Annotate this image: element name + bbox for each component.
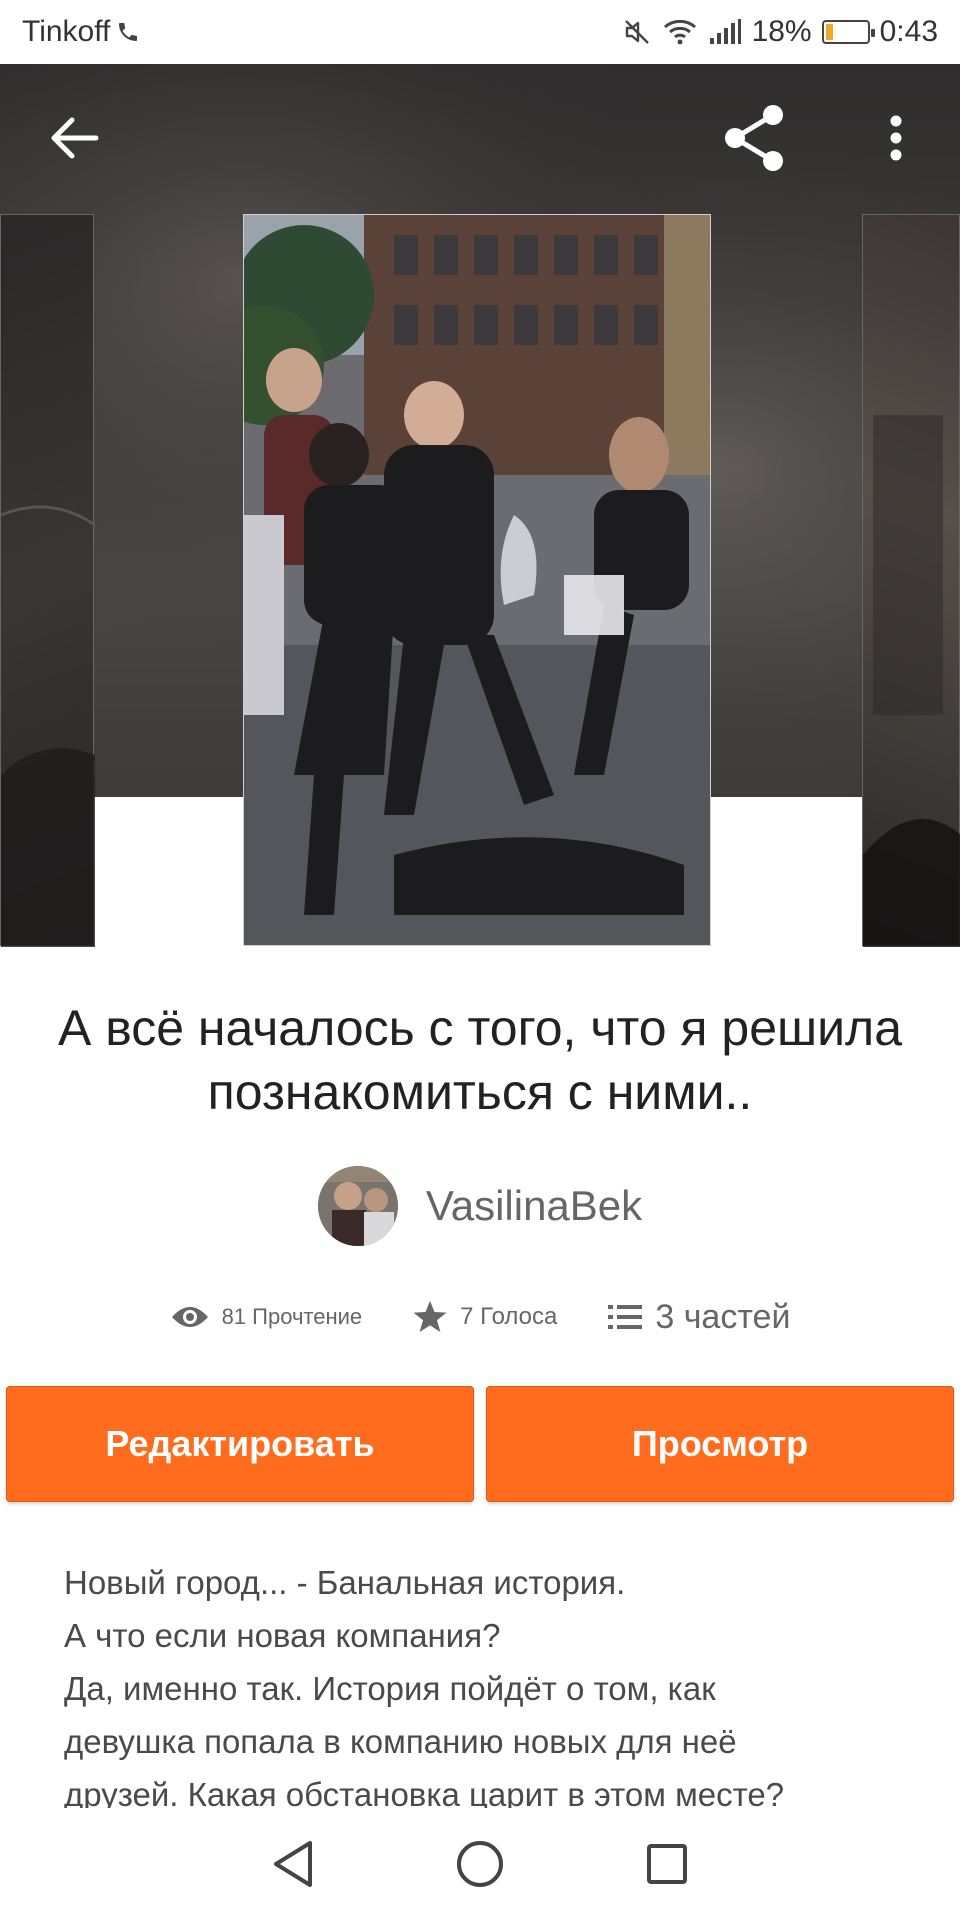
phone-icon xyxy=(116,20,140,44)
description-line: девушка попала в компанию новых для неё xyxy=(64,1723,737,1760)
next-story-cover[interactable] xyxy=(862,214,960,947)
battery-percent: 18% xyxy=(751,15,812,48)
share-button[interactable] xyxy=(716,98,796,178)
status-left: Tinkoff xyxy=(22,15,140,49)
home-circle-icon xyxy=(456,1841,503,1887)
next-cover-art xyxy=(863,415,960,947)
view-button[interactable]: Просмотр xyxy=(486,1386,954,1502)
story-actions: Редактировать Просмотр xyxy=(6,1386,954,1502)
carrier-name: Tinkoff xyxy=(22,15,111,48)
mute-icon xyxy=(622,17,652,47)
story-description: Новый город... - Банальная история. А чт… xyxy=(64,1556,904,1821)
nav-recents-button[interactable] xyxy=(627,1824,707,1904)
back-button[interactable] xyxy=(34,98,114,178)
back-arrow-icon xyxy=(51,117,99,159)
edit-button[interactable]: Редактировать xyxy=(6,1386,474,1502)
star-icon xyxy=(413,1301,447,1332)
nav-home-button[interactable] xyxy=(440,1824,520,1904)
story-title: А всё началось с того, что я решила позн… xyxy=(57,1000,903,1120)
recents-square-icon xyxy=(646,1844,687,1884)
previous-cover-art xyxy=(0,505,96,947)
author-name[interactable]: VasilinaBek xyxy=(426,1182,642,1230)
reads-count: 81 Прочтение xyxy=(221,1304,363,1329)
story-stats: 81 Прочтение 7 Голоса 3 частей xyxy=(0,1292,960,1342)
signal-icon xyxy=(708,18,742,46)
list-icon xyxy=(608,1305,643,1329)
more-vertical-icon xyxy=(890,115,902,161)
avatar-art xyxy=(317,1166,398,1246)
battery-icon xyxy=(821,20,875,44)
system-nav-bar xyxy=(0,1808,960,1920)
previous-story-cover[interactable] xyxy=(0,214,96,947)
author-avatar[interactable] xyxy=(317,1166,398,1246)
parts-count[interactable]: 3 частей xyxy=(655,1298,790,1337)
share-icon xyxy=(725,105,783,171)
nav-back-button[interactable] xyxy=(253,1824,333,1904)
battery-level-fill xyxy=(825,24,833,40)
status-bar: Tinkoff 18% 0:43 xyxy=(0,0,960,64)
story-cover-image[interactable] xyxy=(243,214,711,946)
clock: 0:43 xyxy=(879,15,938,48)
votes-stat: 7 Голоса xyxy=(412,1300,557,1334)
eye-icon xyxy=(171,1307,208,1327)
wifi-icon xyxy=(662,17,698,47)
author-row[interactable]: VasilinaBek xyxy=(0,1166,960,1246)
cover-photo-art xyxy=(244,215,710,945)
description-line: Новый город... - Банальная история. xyxy=(64,1564,626,1601)
description-line: А что если новая компания? xyxy=(64,1617,501,1654)
description-line: Да, именно так. История пойдёт о том, ка… xyxy=(64,1670,716,1707)
reads-stat: 81 Прочтение xyxy=(170,1303,363,1331)
status-right: 18% 0:43 xyxy=(622,15,938,49)
more-options-button[interactable] xyxy=(856,98,936,178)
votes-count: 7 Голоса xyxy=(460,1303,558,1330)
parts-stat[interactable]: 3 частей xyxy=(607,1298,790,1337)
back-triangle-icon xyxy=(274,1841,313,1887)
